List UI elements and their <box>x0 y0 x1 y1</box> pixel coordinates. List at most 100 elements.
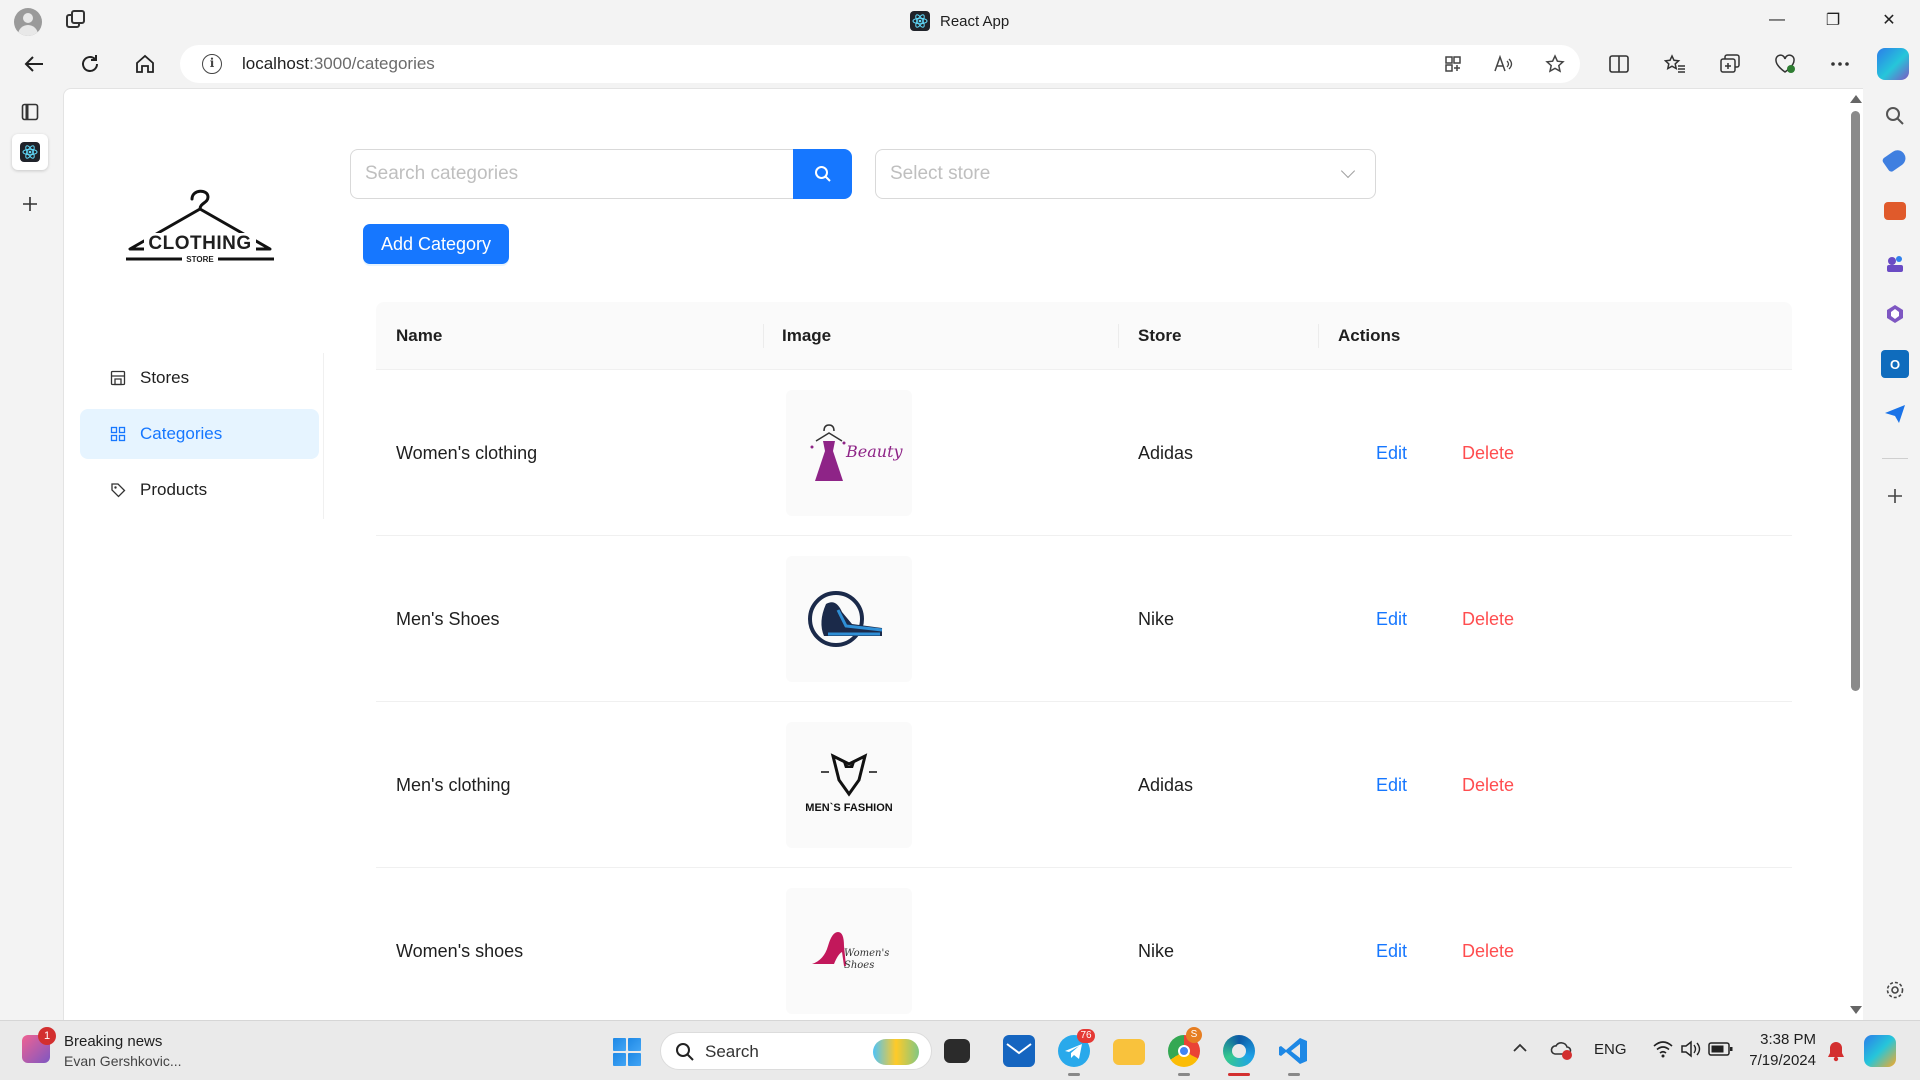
tag-icon <box>111 483 126 498</box>
scroll-down-icon[interactable] <box>1850 1006 1862 1014</box>
clock-time[interactable]: 3:38 PM <box>1760 1031 1816 1048</box>
apps-icon[interactable] <box>1440 53 1466 75</box>
browser-essentials-icon[interactable] <box>1770 50 1800 78</box>
volume-icon[interactable] <box>1680 1039 1702 1064</box>
workspaces-icon[interactable] <box>66 10 88 30</box>
news-title[interactable]: Breaking news <box>64 1033 162 1050</box>
read-aloud-icon[interactable] <box>1490 53 1516 75</box>
news-badge: 1 <box>38 1027 56 1045</box>
tab-react-app[interactable] <box>12 134 48 170</box>
cell-name: Men's clothing <box>396 774 511 795</box>
close-window-button[interactable]: ✕ <box>1866 6 1912 34</box>
shopping-tag-icon[interactable] <box>1881 147 1909 173</box>
onedrive-error-icon[interactable] <box>1550 1039 1574 1066</box>
language-indicator[interactable]: ENG <box>1594 1041 1627 1058</box>
search-button[interactable] <box>793 149 852 199</box>
womens-shoes-logo-text: Women's Shoes <box>844 948 890 971</box>
cell-store: Adidas <box>1138 442 1194 463</box>
windows-taskbar: 1 Breaking news Evan Gershkovic... Searc… <box>0 1020 1920 1080</box>
profile-avatar[interactable] <box>14 8 42 36</box>
edit-link[interactable]: Edit <box>1376 536 1407 702</box>
cell-store: Adidas <box>1138 774 1194 795</box>
refresh-button[interactable] <box>72 48 108 80</box>
tools-briefcase-icon[interactable] <box>1884 202 1906 220</box>
games-icon[interactable] <box>1881 250 1909 278</box>
add-category-button[interactable]: Add Category <box>363 224 509 264</box>
microsoft-365-icon[interactable] <box>1881 300 1909 328</box>
send-icon[interactable] <box>1881 400 1909 428</box>
edit-link[interactable]: Edit <box>1376 370 1407 536</box>
browser-title-bar: React App — ❐ ✕ <box>0 0 1920 40</box>
scroll-up-icon[interactable] <box>1850 95 1862 103</box>
file-explorer-dark-icon[interactable] <box>944 1039 970 1063</box>
tab-title-text: React App <box>940 12 1010 30</box>
start-menu-icon[interactable] <box>613 1038 641 1066</box>
edit-link[interactable]: Edit <box>1376 868 1407 1020</box>
more-options-icon[interactable] <box>1825 50 1855 78</box>
home-button[interactable] <box>127 48 163 80</box>
taskbar-search[interactable]: Search <box>660 1032 932 1070</box>
split-screen-icon[interactable] <box>1604 50 1634 78</box>
edit-link[interactable]: Edit <box>1376 702 1407 868</box>
page-scrollbar[interactable] <box>1847 89 1863 1020</box>
scrollbar-thumb[interactable] <box>1851 111 1860 691</box>
new-tab-button[interactable] <box>12 186 48 222</box>
store-select[interactable]: Select store <box>875 149 1376 199</box>
edge-sidebar: O <box>1870 88 1920 1020</box>
nav-label-stores: Stores <box>140 368 190 387</box>
active-tab-title: React App <box>910 10 1009 32</box>
running-indicator <box>1178 1073 1190 1076</box>
tray-overflow-chevron-icon[interactable] <box>1512 1041 1528 1059</box>
search-input[interactable] <box>350 149 793 199</box>
copilot-taskbar-icon[interactable] <box>1864 1035 1896 1067</box>
copilot-icon[interactable] <box>1877 48 1909 80</box>
minimize-button[interactable]: — <box>1754 6 1800 34</box>
nav-item-products[interactable]: Products <box>80 465 319 515</box>
react-icon <box>910 11 930 31</box>
back-button[interactable] <box>16 48 52 80</box>
cell-name: Women's clothing <box>396 442 538 463</box>
news-subtitle[interactable]: Evan Gershkovic... <box>64 1053 182 1069</box>
delete-link[interactable]: Delete <box>1462 868 1514 1020</box>
logo-tagline-text: STORE <box>182 255 218 264</box>
notification-bell-icon[interactable] <box>1826 1040 1846 1067</box>
sidebar-search-icon[interactable] <box>1881 102 1909 130</box>
nav-item-categories[interactable]: Categories <box>80 409 319 459</box>
active-app-indicator <box>1228 1073 1250 1076</box>
site-info-icon[interactable]: i <box>202 54 222 74</box>
delete-link[interactable]: Delete <box>1462 370 1514 536</box>
wifi-icon[interactable] <box>1652 1039 1674 1064</box>
mens-fashion-logo-text: MEN`S FASHION <box>805 802 893 814</box>
nav-item-stores[interactable]: Stores <box>80 353 319 403</box>
taskbar-search-label: Search <box>705 1042 759 1061</box>
battery-icon[interactable] <box>1708 1041 1734 1062</box>
delete-link[interactable]: Delete <box>1462 702 1514 868</box>
url-text[interactable]: localhost:3000/categories <box>242 54 435 74</box>
sidebar-settings-icon[interactable] <box>1881 976 1909 1004</box>
outlook-icon[interactable]: O <box>1881 350 1909 378</box>
file-explorer-icon[interactable] <box>1113 1039 1145 1065</box>
mail-icon[interactable] <box>1003 1035 1035 1067</box>
tab-actions-icon[interactable] <box>12 94 48 130</box>
search-icon <box>814 166 831 182</box>
sneaker-logo-icon <box>808 591 883 647</box>
react-tab-icon <box>20 142 40 162</box>
cell-store: Nike <box>1138 608 1175 629</box>
clock-date[interactable]: 7/19/2024 <box>1740 1052 1816 1069</box>
delete-link[interactable]: Delete <box>1462 536 1514 702</box>
table-row: Women's clothing Beauty Adidas Edit Dele… <box>376 370 1792 536</box>
add-sidebar-app-icon[interactable] <box>1881 482 1909 510</box>
cell-name: Men's Shoes <box>396 608 500 629</box>
running-indicator <box>1068 1073 1080 1076</box>
collections-icon[interactable] <box>1715 50 1745 78</box>
address-bar[interactable]: i localhost:3000/categories <box>180 45 1580 83</box>
vscode-icon[interactable] <box>1278 1035 1310 1067</box>
page-viewport: CLOTHING STORE Stores Categories Product… <box>63 88 1863 1020</box>
edge-icon[interactable] <box>1223 1035 1255 1067</box>
restore-button[interactable]: ❐ <box>1810 6 1856 34</box>
column-header-image: Image <box>782 326 832 345</box>
search-highlight-icon <box>873 1039 919 1065</box>
chrome-profile-badge: S <box>1186 1027 1202 1043</box>
favorites-icon[interactable] <box>1660 50 1690 78</box>
favorite-star-icon[interactable] <box>1542 53 1568 75</box>
